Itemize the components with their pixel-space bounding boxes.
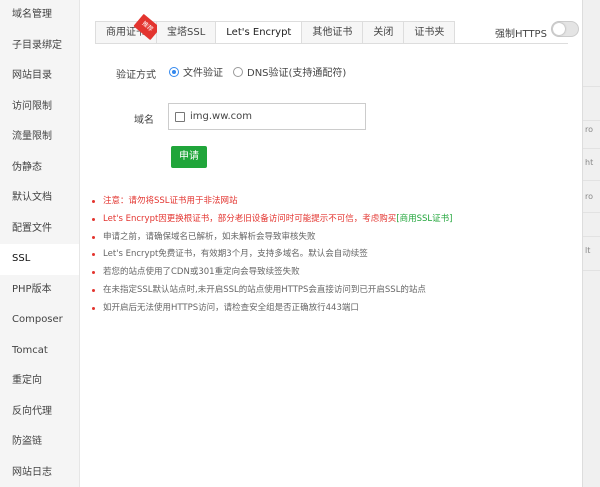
domain-label: 域名 xyxy=(134,115,154,126)
force-https-label: 强制HTTPS xyxy=(495,29,547,40)
note-item: Let's Encrypt免费证书，有效期3个月，支持多域名。默认会自动续签 xyxy=(89,246,569,264)
site-settings-sidebar: 域名管理 子目录绑定 网站目录 访问限制 流量限制 伪静态 默认文档 配置文件 … xyxy=(0,0,80,487)
edge-text: ro xyxy=(585,125,594,134)
note-item: 申请之前，请确保域名已解析，如未解析会导致审核失败 xyxy=(89,229,569,247)
tab-commercial-cert[interactable]: 商用证书 推荐 xyxy=(96,13,161,44)
verify-method-label: 验证方式 xyxy=(116,70,156,81)
note-text: Let's Encrypt因更换根证书，部分老旧设备访问时可能提示不可信，考虑购… xyxy=(103,213,397,224)
note-item: Let's Encrypt因更换根证书，部分老旧设备访问时可能提示不可信，考虑购… xyxy=(89,211,569,229)
sidebar-item-domain-management[interactable]: 域名管理 xyxy=(0,0,79,31)
radio-checked-icon xyxy=(169,66,179,77)
edge-divider xyxy=(583,212,600,213)
notes-list: 注意：请勿将SSL证书用于非法网站 Let's Encrypt因更换根证书，部分… xyxy=(89,193,569,318)
sidebar-item-hotlink-protection[interactable]: 防盗链 xyxy=(0,427,79,458)
sidebar-item-ssl[interactable]: SSL xyxy=(0,244,79,275)
sidebar-item-traffic-limit[interactable]: 流量限制 xyxy=(0,122,79,153)
sidebar-item-rewrite[interactable]: 伪静态 xyxy=(0,153,79,184)
edge-divider xyxy=(583,148,600,149)
sidebar-item-composer[interactable]: Composer xyxy=(0,305,79,336)
tab-lets-encrypt[interactable]: Let's Encrypt xyxy=(216,21,303,44)
sidebar-item-config-file[interactable]: 配置文件 xyxy=(0,214,79,245)
checkbox-icon[interactable] xyxy=(175,111,185,122)
sidebar-item-redirect[interactable]: 重定向 xyxy=(0,366,79,397)
toggle-knob xyxy=(553,23,565,35)
tab-other-cert[interactable]: 其他证书 xyxy=(302,21,364,44)
sidebar-item-tomcat[interactable]: Tomcat xyxy=(0,336,79,367)
sidebar-item-subdirectory-binding[interactable]: 子目录绑定 xyxy=(0,31,79,62)
tab-baota-ssl[interactable]: 宝塔SSL xyxy=(157,21,217,44)
buy-commercial-ssl-link[interactable]: [商用SSL证书] xyxy=(396,214,452,224)
sidebar-item-site-log[interactable]: 网站日志 xyxy=(0,458,79,487)
background-page-edge: ro ht ro lt xyxy=(582,0,600,487)
sidebar-item-access-restriction[interactable]: 访问限制 xyxy=(0,92,79,123)
sidebar-item-reverse-proxy[interactable]: 反向代理 xyxy=(0,397,79,428)
force-https-toggle[interactable] xyxy=(551,21,579,37)
tabs-divider xyxy=(95,43,568,44)
tab-cert-folder[interactable]: 证书夹 xyxy=(404,21,456,44)
radio-file-verify[interactable]: 文件验证 xyxy=(169,64,223,79)
note-item: 如开启后无法使用HTTPS访问，请检查安全组是否正确放行443端口 xyxy=(89,300,569,318)
sidebar-item-php-version[interactable]: PHP版本 xyxy=(0,275,79,306)
radio-label: DNS验证(支持通配符) xyxy=(247,68,347,79)
radio-dns-verify[interactable]: DNS验证(支持通配符) xyxy=(233,64,346,79)
note-text: 如开启后无法使用HTTPS访问，请检查安全组是否正确放行443端口 xyxy=(103,302,359,313)
domain-checkbox-item[interactable]: img.ww.com xyxy=(175,111,252,122)
ssl-panel: 商用证书 推荐 宝塔SSL Let's Encrypt 其他证书 关闭 证书夹 … xyxy=(81,0,582,487)
radio-label: 文件验证 xyxy=(183,68,223,79)
apply-button[interactable]: 申请 xyxy=(171,146,207,168)
edge-divider xyxy=(583,236,600,237)
edge-divider xyxy=(583,120,600,121)
domain-name: img.ww.com xyxy=(190,111,253,122)
domain-list: img.ww.com xyxy=(168,103,366,130)
ssl-tabs: 商用证书 推荐 宝塔SSL Let's Encrypt 其他证书 关闭 证书夹 xyxy=(95,13,456,44)
edge-text: ro xyxy=(585,192,594,201)
edge-divider xyxy=(583,180,600,181)
edge-text: lt xyxy=(585,246,591,255)
note-text: 若您的站点使用了CDN或301重定向会导致续签失败 xyxy=(103,267,300,278)
sidebar-item-site-directory[interactable]: 网站目录 xyxy=(0,61,79,92)
note-text: 在未指定SSL默认站点时,未开启SSL的站点使用HTTPS会直接访问到已开启SS… xyxy=(103,284,426,295)
edge-divider xyxy=(583,86,600,87)
note-text: 申请之前，请确保域名已解析，如未解析会导致审核失败 xyxy=(103,231,316,242)
note-text: Let's Encrypt免费证书，有效期3个月，支持多域名。默认会自动续签 xyxy=(103,249,368,260)
tab-close[interactable]: 关闭 xyxy=(363,21,405,44)
note-text: 注意：请勿将SSL证书用于非法网站 xyxy=(103,196,238,206)
note-item: 若您的站点使用了CDN或301重定向会导致续签失败 xyxy=(89,264,569,282)
radio-unchecked-icon xyxy=(233,66,243,77)
verify-method-group: 文件验证 DNS验证(支持通配符) xyxy=(169,64,356,79)
sidebar-item-default-document[interactable]: 默认文档 xyxy=(0,183,79,214)
note-item: 注意：请勿将SSL证书用于非法网站 xyxy=(89,193,569,211)
note-item: 在未指定SSL默认站点时,未开启SSL的站点使用HTTPS会直接访问到已开启SS… xyxy=(89,282,569,300)
edge-divider xyxy=(583,270,600,271)
edge-text: ht xyxy=(585,158,594,167)
